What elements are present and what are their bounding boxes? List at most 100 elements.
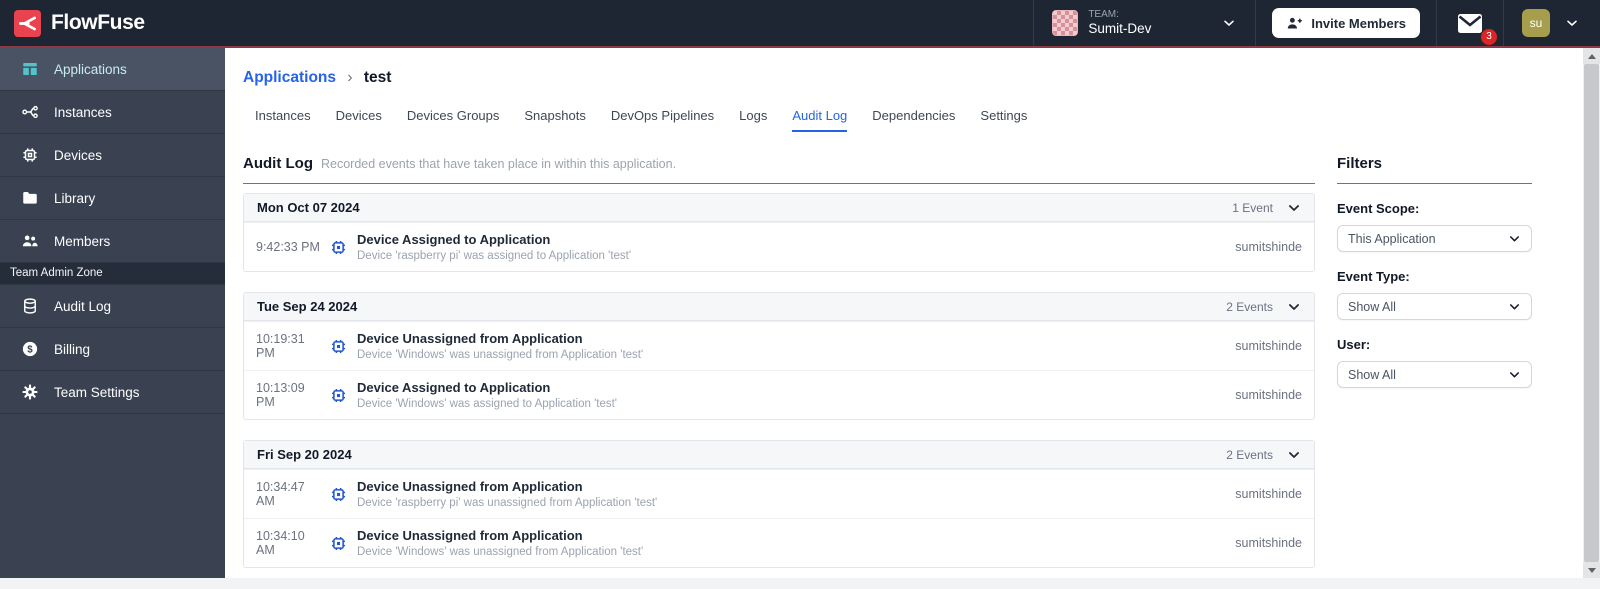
sidebar-item-instances[interactable]: Instances: [0, 91, 225, 134]
device-chip-icon: [331, 536, 346, 550]
filter-label: Event Type:: [1337, 269, 1410, 284]
group-date: Fri Sep 20 2024: [257, 447, 352, 462]
user-plus-icon: [1288, 17, 1303, 28]
filter-field: Event Scope: This Application: [1337, 201, 1532, 252]
event-user: sumitshinde: [1235, 339, 1302, 353]
horizontal-scrollbar[interactable]: [0, 578, 1600, 589]
breadcrumb-applications-link[interactable]: Applications: [243, 69, 336, 86]
audit-event-row[interactable]: 10:34:47 AM Device Unassigned from Appli…: [244, 469, 1314, 518]
members-icon: [22, 235, 38, 247]
group-events: 10:34:47 AM Device Unassigned from Appli…: [244, 469, 1314, 567]
event-title: Device Assigned to Application: [357, 232, 551, 247]
tab[interactable]: Audit Log: [792, 108, 848, 132]
filter-label: User:: [1337, 337, 1371, 352]
scroll-up-button[interactable]: [1583, 48, 1600, 64]
user-menu[interactable]: su: [1503, 0, 1600, 46]
event-time: 9:42:33 PM: [256, 240, 320, 254]
breadcrumb-separator: ›: [347, 69, 353, 86]
audit-log-groups: Mon Oct 07 2024 1 Event 9:42:33 PM Devic…: [243, 193, 1315, 568]
event-time: 10:34:47 AM: [256, 480, 305, 508]
instances-icon: [22, 105, 38, 119]
team-label: TEAM:: [1088, 9, 1119, 21]
audit-log-section: Audit Log Recorded events that have take…: [243, 155, 1315, 588]
audit-event-row[interactable]: 10:34:10 AM Device Unassigned from Appli…: [244, 518, 1314, 567]
event-time: 10:34:10 AM: [256, 529, 305, 557]
chip-icon: [23, 148, 37, 162]
sidebar-item-label: Library: [54, 190, 96, 206]
event-description: Device 'raspberry pi' was assigned to Ap…: [357, 250, 632, 262]
group-date: Tue Sep 24 2024: [257, 299, 358, 314]
chevron-down-icon: [1289, 451, 1299, 458]
sidebar-item-library[interactable]: Library: [0, 177, 225, 220]
chevron-down-icon: [1567, 20, 1577, 26]
invite-members-label: Invite Members: [1311, 15, 1406, 31]
tab[interactable]: Devices: [336, 108, 382, 132]
tab[interactable]: Instances: [255, 108, 311, 132]
library-icon: [23, 192, 37, 204]
mail-icon: [1458, 13, 1482, 33]
group-event-count: 2 Events: [1226, 299, 1273, 314]
chevron-down-icon: [1289, 204, 1299, 211]
event-description: Device 'Windows' was unassigned from App…: [357, 349, 644, 361]
sidebar-item-team-settings[interactable]: Team Settings: [0, 371, 225, 414]
breadcrumb-current: test: [363, 69, 392, 86]
vertical-scrollbar[interactable]: [1583, 48, 1600, 578]
flowfuse-logo[interactable]: FlowFuse: [0, 9, 145, 37]
filter-select[interactable]: This Application: [1337, 225, 1532, 252]
tab[interactable]: Dependencies: [872, 108, 955, 132]
team-admin-zone-label: Team Admin Zone: [0, 263, 225, 285]
filters-divider: [1337, 183, 1532, 184]
tab[interactable]: DevOps Pipelines: [611, 108, 714, 132]
event-description: Device 'Windows' was unassigned from App…: [357, 546, 644, 558]
invite-members-button[interactable]: Invite Members: [1272, 8, 1420, 38]
event-title: Device Assigned to Application: [357, 380, 551, 395]
audit-group-header[interactable]: Mon Oct 07 2024 1 Event: [244, 194, 1314, 222]
top-header: FlowFuse TEAM: Sumit-Dev Invite Members …: [0, 0, 1600, 46]
sidebar-item-devices[interactable]: Devices: [0, 134, 225, 177]
sidebar-item-applications[interactable]: Applications: [0, 48, 225, 91]
filter-field: Event Type: Show All: [1337, 269, 1532, 320]
page-title: Audit Log: [243, 155, 313, 172]
tab[interactable]: Devices Groups: [407, 108, 499, 132]
filter-select[interactable]: Show All: [1337, 293, 1532, 320]
filter-select-value: Show All: [1348, 367, 1396, 382]
chevron-down-icon: [1509, 236, 1520, 242]
event-description: Device 'raspberry pi' was unassigned fro…: [357, 497, 658, 509]
filters-title: Filters: [1337, 155, 1383, 172]
avatar: su: [1522, 9, 1550, 37]
sidebar-item-audit-log[interactable]: Audit Log: [0, 285, 225, 328]
audit-event-row[interactable]: 9:42:33 PM Device Assigned to Applicatio…: [244, 222, 1314, 271]
scroll-down-button[interactable]: [1583, 562, 1600, 578]
device-chip-icon: [331, 487, 346, 501]
audit-event-row[interactable]: 10:13:09 PM Device Assigned to Applicati…: [244, 370, 1314, 419]
team-switcher[interactable]: TEAM: Sumit-Dev: [1033, 0, 1255, 46]
notifications-button[interactable]: 3: [1453, 9, 1497, 45]
team-avatar: [1052, 10, 1079, 36]
group-event-count: 1 Event: [1232, 200, 1273, 215]
tab[interactable]: Settings: [980, 108, 1027, 132]
billing-icon: $: [22, 341, 38, 357]
main-content: Applications › test Instances Devices De…: [225, 48, 1583, 578]
audit-group: Mon Oct 07 2024 1 Event 9:42:33 PM Devic…: [243, 193, 1315, 272]
device-chip-icon: [331, 339, 346, 353]
device-chip-icon: [331, 240, 346, 254]
tab[interactable]: Logs: [739, 108, 767, 132]
audit-event-row[interactable]: 10:19:31 PM Device Unassigned from Appli…: [244, 321, 1314, 370]
event-user: sumitshinde: [1235, 536, 1302, 550]
filters-panel: Filters Event Scope: This Application Ev…: [1337, 155, 1532, 588]
audit-group-header[interactable]: Fri Sep 20 2024 2 Events: [244, 441, 1314, 469]
sidebar-item-billing[interactable]: $ Billing: [0, 328, 225, 371]
audit-group-header[interactable]: Tue Sep 24 2024 2 Events: [244, 293, 1314, 321]
gear-icon: [22, 384, 38, 400]
filter-field: User: Show All: [1337, 337, 1532, 388]
tab[interactable]: Snapshots: [524, 108, 585, 132]
chevron-down-icon: [1509, 304, 1520, 310]
filter-select[interactable]: Show All: [1337, 361, 1532, 388]
sidebar-item-label: Applications: [54, 61, 127, 77]
sidebar-item-members[interactable]: Members: [0, 220, 225, 263]
scrollbar-thumb[interactable]: [1584, 64, 1599, 562]
group-event-count: 2 Events: [1226, 447, 1273, 462]
group-events: 10:19:31 PM Device Unassigned from Appli…: [244, 321, 1314, 419]
chevron-down-icon: [1224, 20, 1235, 26]
section-divider: [243, 183, 1315, 184]
